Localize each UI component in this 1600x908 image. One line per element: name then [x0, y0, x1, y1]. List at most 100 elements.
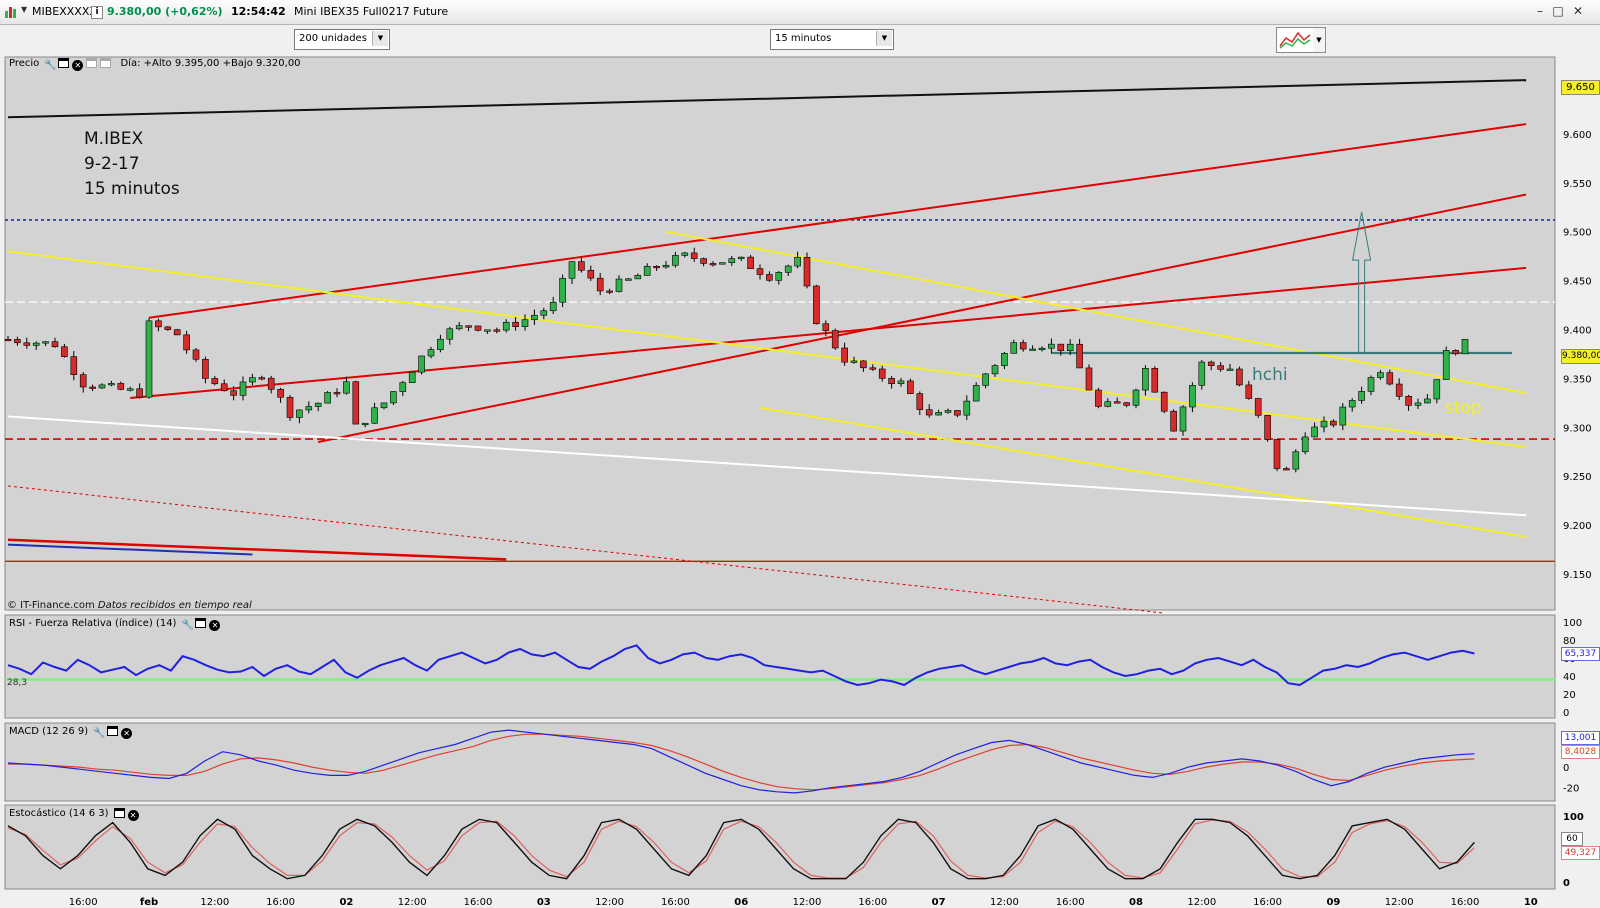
symbol-label[interactable]: MIBEXXXXX [32, 5, 97, 18]
bull-candle [521, 319, 529, 327]
symbol-dropdown-icon[interactable]: ▼ [21, 5, 27, 14]
bear-candle [220, 383, 228, 392]
wrench-icon[interactable]: 🔧 [93, 728, 105, 739]
window-icon[interactable] [58, 58, 70, 68]
bull-candle [784, 265, 792, 273]
bear-candle [79, 374, 87, 388]
bear-candle [578, 261, 585, 271]
price-tick-label: 9.150 [1563, 570, 1592, 581]
interval-select[interactable]: 15 minutos ▼ [770, 29, 894, 50]
bull-candle [343, 381, 350, 394]
bear-candle [61, 346, 68, 357]
chart-app-icon[interactable] [4, 5, 18, 19]
chart-style-dropdown-icon[interactable]: ▼ [1313, 27, 1326, 53]
bear-candle [1395, 383, 1403, 397]
bull-candle [1339, 406, 1347, 426]
bull-candle [1367, 377, 1375, 392]
time-axis-label: 12:00 [595, 897, 624, 908]
bear-candle [1283, 468, 1290, 471]
annotation-line: 15 minutos [84, 179, 180, 199]
close-panel-icon[interactable]: ✕ [209, 620, 221, 631]
units-select-value: 200 unidades [299, 33, 367, 44]
wrench-icon[interactable]: 🔧 [44, 60, 56, 71]
bull-candle [42, 341, 49, 344]
chevron-down-icon[interactable]: ▼ [372, 31, 388, 46]
minimize-icon[interactable]: – [1532, 4, 1548, 18]
interval-select-value: 15 minutos [775, 33, 832, 44]
macd-value-tag: 13,001 [1561, 731, 1600, 745]
rsi-tick-label: 20 [1563, 690, 1576, 701]
bear-candle [258, 377, 266, 380]
bull-candle [615, 278, 623, 292]
rsi-panel[interactable] [4, 614, 1556, 719]
price-tick-label: 9.550 [1563, 179, 1592, 190]
bull-candle [1104, 401, 1112, 407]
bear-candle [1113, 401, 1121, 404]
price-panel[interactable] [4, 56, 1556, 611]
wrench-icon[interactable]: 🔧 [181, 620, 193, 631]
bull-candle [249, 377, 256, 383]
bear-candle [1452, 350, 1459, 355]
bull-candle [1029, 348, 1036, 351]
bear-candle [1123, 402, 1130, 406]
bull-candle [568, 261, 576, 279]
time-axis-label: 16:00 [858, 897, 887, 908]
bull-candle [549, 301, 557, 312]
bull-candle [1348, 400, 1356, 408]
bull-candle [1179, 406, 1187, 432]
bear-candle [164, 326, 172, 330]
price-tick-label: 9.450 [1563, 277, 1592, 288]
bear-candle [1254, 398, 1262, 416]
price-panel-label[interactable]: Precio [7, 58, 42, 69]
chart-style-icon [1279, 31, 1311, 49]
window-icon[interactable] [107, 726, 119, 736]
time-axis-label: 12:00 [990, 897, 1019, 908]
bear-candle [192, 349, 200, 360]
bear-candle [1057, 343, 1065, 351]
bear-candle [512, 321, 519, 327]
rsi-panel-label[interactable]: RSI - Fuerza Relativa (índice) (14) [7, 618, 179, 629]
time-axis-label: 12:00 [1385, 897, 1414, 908]
time-axis-label: 02 [339, 897, 353, 908]
bull-candle [1292, 451, 1300, 470]
maximize-icon[interactable]: □ [1550, 4, 1566, 18]
time-axis-label: 08 [1129, 897, 1143, 908]
window-icon[interactable] [113, 808, 125, 818]
rsi-value-tag: 65,337 [1561, 647, 1600, 661]
time-axis-label: 16:00 [69, 897, 98, 908]
bull-candle [1301, 436, 1309, 453]
close-panel-icon[interactable]: ✕ [127, 810, 139, 821]
bear-candle [136, 388, 143, 398]
price-tick-label: 9.400 [1563, 326, 1592, 337]
macd-panel-label[interactable]: MACD (12 26 9) [7, 726, 91, 737]
realtime-note: Datos recibidos en tiempo real [97, 600, 252, 611]
bull-candle [1010, 342, 1018, 354]
bear-candle [1170, 410, 1177, 432]
macd-panel[interactable] [4, 722, 1556, 802]
price-change: 9.380,00 (+0,62%) [107, 5, 223, 18]
bull-candle [98, 384, 106, 389]
chart-area[interactable]: 9.650 9.600 9.550 9.500 9.450 9.400 9.350 9.300… [0, 54, 1600, 908]
rsi-tick-label: 0 [1563, 708, 1569, 719]
window-icon[interactable] [195, 618, 207, 628]
bear-candle [1151, 368, 1159, 393]
bull-candle [1066, 343, 1074, 351]
time-axis-label: 06 [734, 897, 748, 908]
close-panel-icon[interactable]: ✕ [72, 60, 84, 71]
info-icon[interactable]: i [91, 6, 103, 19]
macd-tick-label: 0 [1563, 763, 1569, 774]
stochastic-panel-label[interactable]: Estocástico (14 6 3) [7, 808, 111, 819]
units-select[interactable]: 200 unidades ▼ [294, 29, 390, 50]
price-tick-label: 9.300 [1563, 423, 1592, 434]
stochastic-panel-header: Estocástico (14 6 3) ✕ [7, 808, 139, 821]
chart-style-button[interactable] [1276, 27, 1314, 53]
bull-candle [982, 373, 989, 386]
bull-candle [1001, 352, 1008, 366]
bull-candle [1320, 420, 1328, 428]
close-panel-icon[interactable]: ✕ [121, 728, 133, 739]
bear-candle [587, 269, 595, 279]
bull-candle [963, 400, 971, 416]
chevron-down-icon[interactable]: ▼ [876, 31, 892, 46]
close-icon[interactable]: ✕ [1570, 4, 1586, 18]
bear-candle [70, 356, 78, 375]
